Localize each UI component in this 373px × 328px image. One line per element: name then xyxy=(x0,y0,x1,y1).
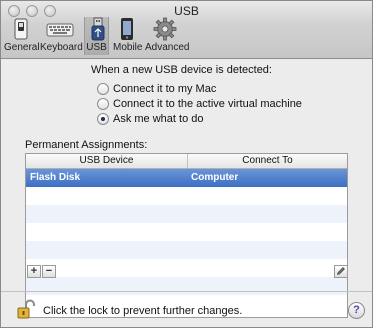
usb-icon xyxy=(91,17,105,41)
table-row[interactable]: Flash Disk Computer xyxy=(26,169,347,187)
column-header-connect-to[interactable]: Connect To xyxy=(188,154,347,168)
toolbar-item-mobile[interactable]: Mobile xyxy=(113,17,143,55)
preferences-window: USB General Keyboard USB Mobile Advanced… xyxy=(0,0,373,328)
cell-usb-device: Flash Disk xyxy=(30,172,81,183)
table-header: USB Device Connect To xyxy=(26,154,347,169)
toolbar-item-usb[interactable]: USB xyxy=(84,17,109,55)
title-bar: USB General Keyboard USB Mobile Advanced xyxy=(1,1,372,59)
window-title: USB xyxy=(174,4,199,18)
cell-connect-to: Computer xyxy=(191,172,239,183)
toolbar-label: Keyboard xyxy=(40,42,83,53)
empty-row xyxy=(26,259,347,277)
empty-row xyxy=(26,277,347,295)
empty-row xyxy=(26,241,347,259)
lock-status-text: Click the lock to prevent further change… xyxy=(43,305,243,317)
radio-label: Connect it to my Mac xyxy=(113,83,217,95)
radio-button[interactable] xyxy=(97,98,109,110)
toolbar-label: USB xyxy=(86,42,107,53)
lock-icon[interactable] xyxy=(17,299,35,319)
gear-icon xyxy=(153,17,177,41)
radio-connect-to-mac[interactable]: Connect it to my Mac xyxy=(97,82,216,96)
toolbar-label: Advanced xyxy=(145,42,190,53)
radio-button-selected[interactable] xyxy=(97,113,109,125)
toolbar-label: Mobile xyxy=(113,42,143,53)
empty-row xyxy=(26,205,347,223)
toolbar-item-keyboard[interactable]: Keyboard xyxy=(40,17,83,55)
toolbar-label: General xyxy=(4,42,40,53)
phone-icon xyxy=(121,18,133,40)
column-header-usb-device[interactable]: USB Device xyxy=(26,154,188,168)
assignments-table[interactable]: USB Device Connect To Flash Disk Compute… xyxy=(25,153,348,318)
toolbar-item-general[interactable]: General xyxy=(4,17,40,55)
radio-button[interactable] xyxy=(97,83,109,95)
radio-ask-me[interactable]: Ask me what to do xyxy=(97,112,204,126)
divider xyxy=(1,291,372,292)
permanent-assignments-label: Permanent Assignments: xyxy=(25,139,148,151)
switch-icon xyxy=(14,18,28,40)
remove-assignment-button[interactable]: − xyxy=(42,265,56,278)
empty-row xyxy=(26,187,347,205)
help-button[interactable]: ? xyxy=(348,302,365,319)
edit-assignment-button[interactable] xyxy=(334,265,348,278)
usb-detect-heading: When a new USB device is detected: xyxy=(91,64,272,76)
pencil-icon xyxy=(337,267,345,275)
keyboard-icon xyxy=(46,23,74,37)
empty-row xyxy=(26,223,347,241)
radio-label: Connect it to the active virtual machine xyxy=(113,98,302,110)
radio-connect-to-vm[interactable]: Connect it to the active virtual machine xyxy=(97,97,302,111)
add-assignment-button[interactable]: + xyxy=(27,265,41,278)
radio-label: Ask me what to do xyxy=(113,113,204,125)
toolbar-item-advanced[interactable]: Advanced xyxy=(145,17,190,55)
